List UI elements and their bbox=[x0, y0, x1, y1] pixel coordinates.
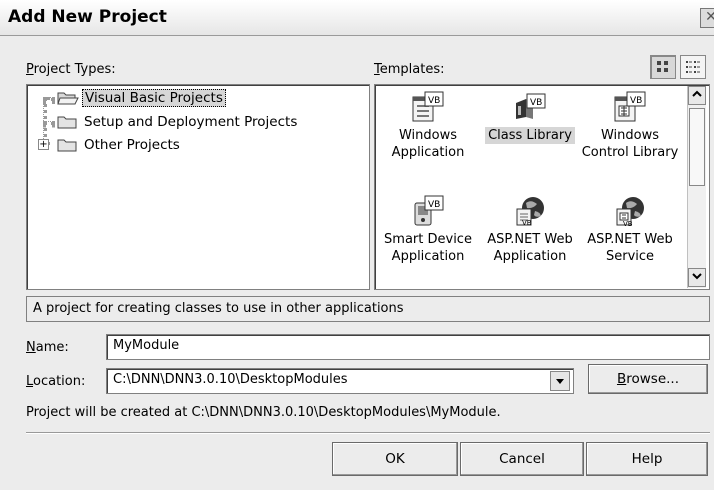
svg-text:VB: VB bbox=[630, 96, 642, 106]
templates-scrollbar[interactable] bbox=[687, 86, 706, 288]
template-label: Service bbox=[605, 249, 655, 264]
template-label: Application bbox=[391, 249, 465, 264]
project-types-label: Project Types: bbox=[26, 62, 116, 77]
class-library-icon: VB bbox=[516, 93, 546, 119]
tree-connector bbox=[43, 121, 55, 125]
template-aspnet-web-application[interactable]: VB ASP.NET Web Application bbox=[481, 195, 579, 265]
scroll-up-icon bbox=[692, 90, 702, 97]
project-location-summary: Project will be created at C:\DNN\DNN3.0… bbox=[26, 405, 501, 420]
location-dropdown-button[interactable] bbox=[550, 371, 570, 391]
templates-label: Templates: bbox=[374, 62, 445, 77]
template-label: Application bbox=[493, 249, 567, 264]
template-label: Smart Device bbox=[384, 232, 472, 247]
template-label: Class Library bbox=[485, 127, 575, 144]
template-aspnet-web-service[interactable]: VB ASP.NET Web Service bbox=[581, 195, 679, 265]
svg-text:VB: VB bbox=[428, 200, 440, 210]
aspnet-web-service-icon: VB bbox=[616, 197, 644, 227]
tree-item-label: Setup and Deployment Projects bbox=[84, 114, 298, 130]
template-label: Windows bbox=[398, 128, 458, 143]
name-input[interactable]: MyModule bbox=[106, 334, 710, 360]
folder-icon bbox=[57, 116, 77, 129]
tree-item-visual-basic-projects[interactable]: Visual Basic Projects bbox=[57, 88, 226, 108]
cancel-button[interactable]: Cancel bbox=[460, 442, 584, 476]
templates-list[interactable]: VB Windows Application VB Class Library V… bbox=[374, 84, 710, 290]
large-icons-view-icon bbox=[657, 61, 668, 72]
svg-text:VB: VB bbox=[522, 219, 532, 227]
smart-device-icon: VB bbox=[414, 195, 444, 226]
title-bar: Add New Project ✕ bbox=[0, 0, 714, 36]
scroll-down-button[interactable] bbox=[688, 268, 706, 287]
project-types-tree[interactable]: Visual Basic Projects Setup and Deployme… bbox=[26, 84, 370, 290]
small-icons-view-button[interactable] bbox=[680, 55, 706, 79]
windows-control-library-icon: VB bbox=[614, 91, 646, 122]
template-label: Application bbox=[391, 145, 465, 160]
svg-text:VB: VB bbox=[530, 98, 542, 108]
close-icon: ✕ bbox=[705, 9, 714, 25]
divider bbox=[26, 432, 710, 434]
tree-item-other-projects[interactable]: Other Projects bbox=[57, 135, 182, 155]
template-label: Windows bbox=[600, 128, 660, 143]
large-icons-view-button[interactable] bbox=[650, 55, 676, 79]
template-label: Control Library bbox=[581, 145, 679, 160]
template-description: A project for creating classes to use in… bbox=[26, 296, 710, 322]
add-new-project-dialog: Add New Project ✕ Project Types: Templat… bbox=[0, 0, 714, 490]
name-label: Name: bbox=[26, 340, 69, 355]
tree-connector bbox=[43, 97, 55, 101]
template-smart-device-application[interactable]: VB Smart Device Application bbox=[379, 195, 477, 265]
location-input[interactable]: C:\DNN\DNN3.0.10\DesktopModules bbox=[106, 368, 574, 394]
scroll-down-icon bbox=[692, 273, 702, 280]
template-label: ASP.NET Web bbox=[487, 232, 573, 247]
scroll-up-button[interactable] bbox=[688, 86, 706, 105]
ok-button[interactable]: OK bbox=[332, 442, 458, 476]
folder-icon bbox=[57, 139, 77, 152]
tree-item-label: Other Projects bbox=[84, 137, 180, 153]
scroll-thumb[interactable] bbox=[689, 108, 705, 186]
browse-button[interactable]: Browse... bbox=[588, 364, 708, 394]
template-windows-control-library[interactable]: VB Windows Control Library bbox=[581, 91, 679, 161]
folder-open-icon bbox=[57, 92, 79, 105]
dialog-title: Add New Project bbox=[8, 7, 167, 27]
template-windows-application[interactable]: VB Windows Application bbox=[379, 91, 477, 161]
location-label: Location: bbox=[26, 374, 86, 389]
tree-item-label: Visual Basic Projects bbox=[82, 89, 226, 107]
chevron-down-icon bbox=[556, 379, 564, 384]
windows-application-icon: VB bbox=[412, 91, 444, 122]
svg-text:VB: VB bbox=[428, 96, 440, 106]
small-icons-view-icon bbox=[686, 61, 700, 73]
help-button[interactable]: Help bbox=[586, 442, 708, 476]
aspnet-web-application-icon: VB bbox=[516, 197, 544, 227]
tree-item-setup-deployment[interactable]: Setup and Deployment Projects bbox=[57, 112, 299, 132]
svg-text:VB: VB bbox=[623, 220, 633, 227]
expand-toggle[interactable]: + bbox=[38, 139, 49, 150]
close-button[interactable]: ✕ bbox=[700, 8, 714, 28]
template-label: ASP.NET Web bbox=[587, 232, 673, 247]
template-class-library[interactable]: VB Class Library bbox=[481, 91, 579, 144]
